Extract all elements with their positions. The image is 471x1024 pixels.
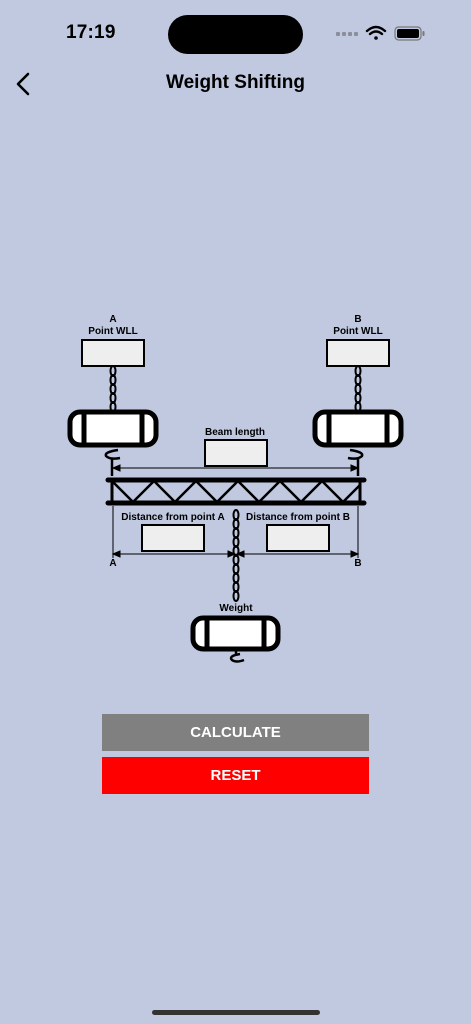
chain-a-icon: [109, 365, 117, 413]
distance-b-input[interactable]: [266, 524, 330, 552]
point-b-wll-input[interactable]: [326, 339, 390, 367]
reset-button[interactable]: RESET: [102, 757, 369, 794]
status-icons: [331, 24, 441, 44]
end-b-letter: B: [354, 558, 362, 569]
hoist-a-icon: [67, 409, 159, 476]
weight-hoist-icon: [190, 615, 281, 663]
point-a-wll-input[interactable]: [81, 339, 145, 367]
beam-length-input[interactable]: [204, 439, 268, 467]
page-title: Weight Shifting: [166, 72, 305, 93]
weight-shifting-diagram: A Point WLL B Point WLL Beam length Dist…: [0, 300, 471, 680]
truss-beam-icon: [105, 477, 367, 506]
end-a-letter: A: [109, 558, 117, 569]
distance-a-input[interactable]: [141, 524, 205, 552]
distance-b-label: Distance from point B: [246, 512, 350, 523]
weight-chain-icon: [232, 509, 240, 602]
point-b-letter: B: [354, 314, 362, 325]
distance-a-label: Distance from point A: [121, 512, 225, 523]
chain-b-icon: [354, 365, 362, 413]
rigging-drawing: [67, 365, 404, 663]
hoist-b-icon: [312, 409, 404, 476]
battery-icon: [394, 26, 425, 41]
point-a-wll-label: Point WLL: [88, 326, 138, 337]
dynamic-island: [168, 15, 303, 54]
weight-label: Weight: [219, 603, 253, 614]
signal-icon: [336, 32, 358, 36]
wifi-icon: [365, 25, 387, 40]
beam-length-label: Beam length: [204, 427, 265, 438]
point-b-wll-label: Point WLL: [333, 326, 383, 337]
home-indicator[interactable]: [152, 1010, 320, 1015]
calculate-button[interactable]: CALCULATE: [102, 714, 369, 751]
point-a-letter: A: [109, 314, 117, 325]
status-time: 17:19: [66, 22, 116, 43]
